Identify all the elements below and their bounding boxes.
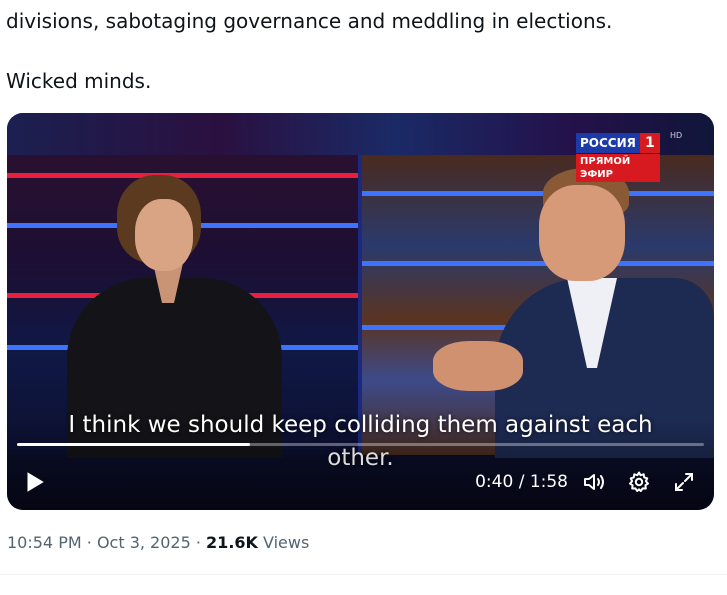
gear-icon[interactable] — [627, 470, 651, 494]
channel-logo-hd: HD — [670, 131, 683, 140]
views-count: 21.6K — [206, 533, 258, 552]
tweet-date[interactable]: Oct 3, 2025 — [97, 533, 191, 552]
tweet-text-line-1: divisions, sabotaging governance and med… — [6, 9, 613, 33]
caption-line-1: I think we should keep colliding them ag… — [68, 412, 653, 438]
channel-logo-number: 1 — [639, 133, 660, 153]
views-label: Views — [263, 533, 310, 552]
video-player[interactable]: РОССИЯ 1 HD ПРЯМОЙ ЭФИР I think we shoul… — [7, 113, 714, 510]
tweet-text-line-2: Wicked minds. — [6, 69, 152, 93]
channel-logo: РОССИЯ 1 HD ПРЯМОЙ ЭФИР — [576, 131, 682, 182]
meta-separator: · — [86, 533, 92, 552]
channel-logo-name: РОССИЯ — [580, 136, 636, 150]
play-icon[interactable] — [21, 469, 47, 495]
channel-logo-subtitle: ПРЯМОЙ ЭФИР — [576, 154, 660, 182]
meta-separator: · — [195, 533, 201, 552]
tweet-meta: 10:54 PM · Oct 3, 2025 · 21.6K Views — [7, 532, 309, 554]
volume-icon[interactable] — [582, 470, 606, 494]
expand-icon[interactable] — [672, 470, 696, 494]
caption-line-2: other. — [327, 445, 394, 471]
time-display: 0:40 / 1:58 — [475, 472, 568, 492]
divider — [0, 574, 727, 575]
tweet-time[interactable]: 10:54 PM — [7, 533, 82, 552]
